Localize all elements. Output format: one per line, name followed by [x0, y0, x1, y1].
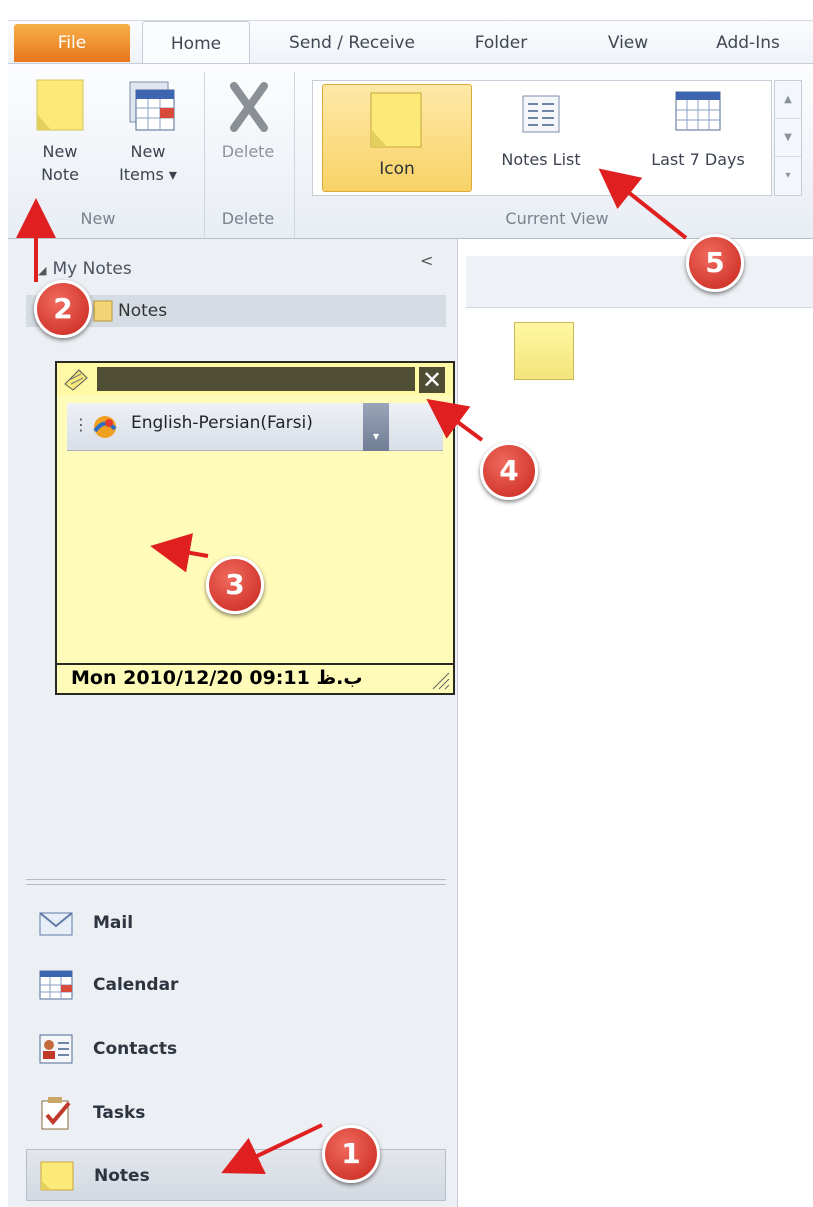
annotation-badge-3: 3	[206, 556, 264, 614]
arrow-1	[221, 1123, 323, 1174]
annotation-badge-2: 2	[34, 280, 92, 338]
arrow-3	[150, 533, 209, 573]
annotation-badge-1: 1	[322, 1125, 380, 1183]
annotation-arrows	[16, 168, 688, 1174]
annotation-badge-4: 4	[480, 442, 538, 500]
annotation-badge-5: 5	[686, 234, 744, 292]
arrow-4	[426, 398, 484, 442]
arrow-5	[598, 168, 688, 240]
